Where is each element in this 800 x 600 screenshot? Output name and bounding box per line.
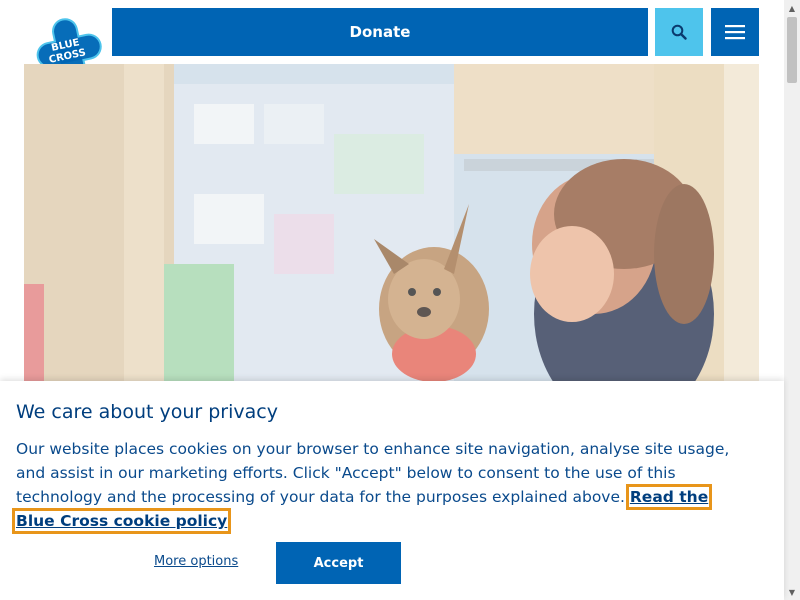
scroll-thumb[interactable] <box>787 17 797 83</box>
cookie-banner-title: We care about your privacy <box>16 401 278 423</box>
hero-image <box>24 64 759 382</box>
menu-button[interactable] <box>711 8 759 56</box>
scroll-down-arrow-icon[interactable]: ▼ <box>784 584 800 600</box>
cookie-banner-body: Our website places cookies on your brows… <box>16 440 730 506</box>
hero-overlay <box>24 64 759 382</box>
more-options-link[interactable]: More options <box>154 554 238 569</box>
search-icon <box>671 24 687 40</box>
cookie-banner-text: Our website places cookies on your brows… <box>11 437 736 534</box>
cookie-consent-banner: We care about your privacy Our website p… <box>0 381 784 600</box>
page-scrollbar[interactable]: ▲ ▼ <box>784 0 800 600</box>
search-button[interactable] <box>655 8 703 56</box>
scroll-up-arrow-icon[interactable]: ▲ <box>784 0 800 16</box>
donate-button[interactable]: Donate <box>112 8 648 56</box>
accept-cookies-button[interactable]: Accept <box>276 542 401 584</box>
hamburger-menu-icon <box>725 25 745 40</box>
